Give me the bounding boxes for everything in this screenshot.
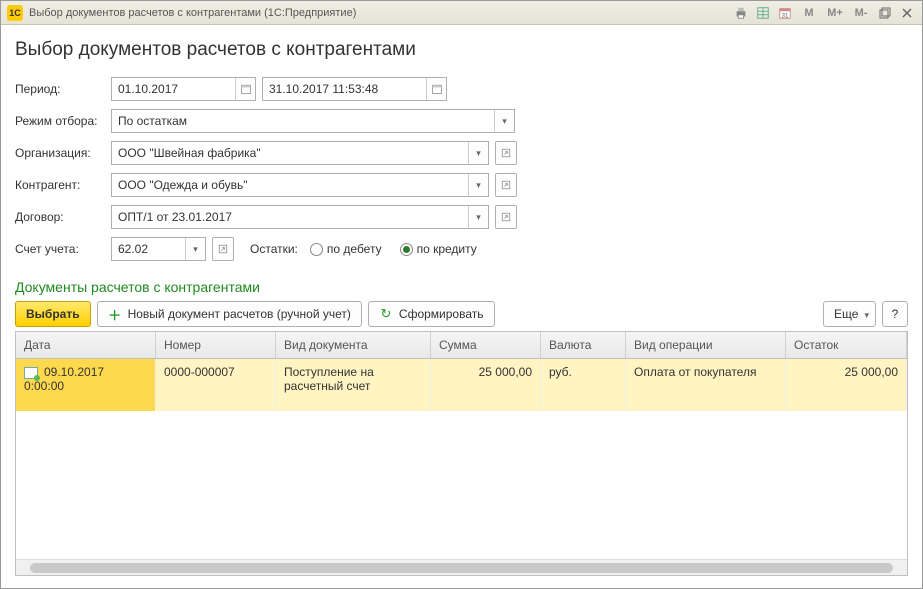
chevron-down-icon[interactable] <box>468 142 488 164</box>
period-to-input[interactable]: 31.10.2017 11:53:48 <box>262 77 447 101</box>
documents-grid: Дата Номер Вид документа Сумма Валюта Ви… <box>15 331 908 576</box>
calendar-picker-icon[interactable] <box>426 78 446 100</box>
counterparty-select[interactable]: ООО "Одежда и обувь" <box>111 173 489 197</box>
organization-select[interactable]: ООО "Швейная фабрика" <box>111 141 489 165</box>
plus-icon: ＋ <box>108 307 122 321</box>
radio-credit-label: по кредиту <box>417 242 477 256</box>
scrollbar-thumb[interactable] <box>30 563 893 573</box>
calendar-icon[interactable]: 31 <box>776 5 794 21</box>
section-title: Документы расчетов с контрагентами <box>15 279 908 295</box>
document-icon <box>24 367 38 379</box>
counterparty-value: ООО "Одежда и обувь" <box>118 178 468 192</box>
balance-label: Остатки: <box>250 242 298 256</box>
print-icon[interactable] <box>732 5 750 21</box>
open-reference-button[interactable] <box>495 141 517 165</box>
generate-button[interactable]: ↻ Сформировать <box>368 301 495 327</box>
contract-label: Договор: <box>15 210 111 224</box>
table-icon[interactable] <box>754 5 772 21</box>
radio-icon <box>310 243 323 256</box>
horizontal-scrollbar[interactable] <box>16 559 907 575</box>
account-value: 62.02 <box>118 242 185 256</box>
memory-mplus-button[interactable]: M+ <box>824 5 846 21</box>
radio-icon <box>400 243 413 256</box>
select-button[interactable]: Выбрать <box>15 301 91 327</box>
organization-label: Организация: <box>15 146 111 160</box>
titlebar: 1C Выбор документов расчетов с контраген… <box>1 1 922 25</box>
period-label: Период: <box>15 82 111 96</box>
account-select[interactable]: 62.02 <box>111 237 206 261</box>
period-from-input[interactable]: 01.10.2017 <box>111 77 256 101</box>
chevron-down-icon[interactable] <box>494 110 514 132</box>
chevron-down-icon[interactable] <box>185 238 205 260</box>
mode-select[interactable]: По остаткам <box>111 109 515 133</box>
open-reference-button[interactable] <box>495 205 517 229</box>
more-button[interactable]: Еще <box>823 301 876 327</box>
radio-debit[interactable]: по дебету <box>310 242 382 256</box>
calendar-picker-icon[interactable] <box>235 78 255 100</box>
radio-debit-label: по дебету <box>327 242 382 256</box>
window-restore-button[interactable] <box>876 5 894 21</box>
col-balance[interactable]: Остаток <box>786 332 907 358</box>
refresh-icon: ↻ <box>379 307 393 321</box>
grid-toolbar: Выбрать ＋ Новый документ расчетов (ручно… <box>15 301 908 327</box>
svg-text:31: 31 <box>782 12 789 19</box>
app-window: 1C Выбор документов расчетов с контраген… <box>0 0 923 589</box>
organization-value: ООО "Швейная фабрика" <box>118 146 468 160</box>
contract-value: ОПТ/1 от 23.01.2017 <box>118 210 468 224</box>
col-operation[interactable]: Вид операции <box>626 332 786 358</box>
chevron-down-icon[interactable] <box>468 174 488 196</box>
grid-body[interactable]: 09.10.2017 0:00:00 0000-000007 Поступлен… <box>16 359 907 559</box>
radio-credit[interactable]: по кредиту <box>400 242 477 256</box>
period-from-value: 01.10.2017 <box>118 82 235 96</box>
col-currency[interactable]: Валюта <box>541 332 626 358</box>
memory-mminus-button[interactable]: M- <box>850 5 872 21</box>
window-title: Выбор документов расчетов с контрагентам… <box>29 7 732 19</box>
app-logo-icon: 1C <box>7 5 23 21</box>
table-row[interactable]: 09.10.2017 0:00:00 0000-000007 Поступлен… <box>16 359 907 411</box>
chevron-down-icon[interactable] <box>468 206 488 228</box>
account-label: Счет учета: <box>15 242 111 256</box>
counterparty-label: Контрагент: <box>15 178 111 192</box>
open-reference-button[interactable] <box>212 237 234 261</box>
mode-value: По остаткам <box>118 114 494 128</box>
help-button[interactable]: ? <box>882 301 908 327</box>
col-sum[interactable]: Сумма <box>431 332 541 358</box>
new-document-button[interactable]: ＋ Новый документ расчетов (ручной учет) <box>97 301 362 327</box>
col-date[interactable]: Дата <box>16 332 156 358</box>
col-doctype[interactable]: Вид документа <box>276 332 431 358</box>
open-reference-button[interactable] <box>495 173 517 197</box>
memory-m-button[interactable]: M <box>798 5 820 21</box>
col-number[interactable]: Номер <box>156 332 276 358</box>
page-title: Выбор документов расчетов с контрагентам… <box>15 39 908 61</box>
window-close-button[interactable] <box>898 5 916 21</box>
period-to-value: 31.10.2017 11:53:48 <box>269 82 426 96</box>
contract-select[interactable]: ОПТ/1 от 23.01.2017 <box>111 205 489 229</box>
grid-header: Дата Номер Вид документа Сумма Валюта Ви… <box>16 332 907 359</box>
chevron-down-icon <box>864 307 869 321</box>
mode-label: Режим отбора: <box>15 114 111 128</box>
